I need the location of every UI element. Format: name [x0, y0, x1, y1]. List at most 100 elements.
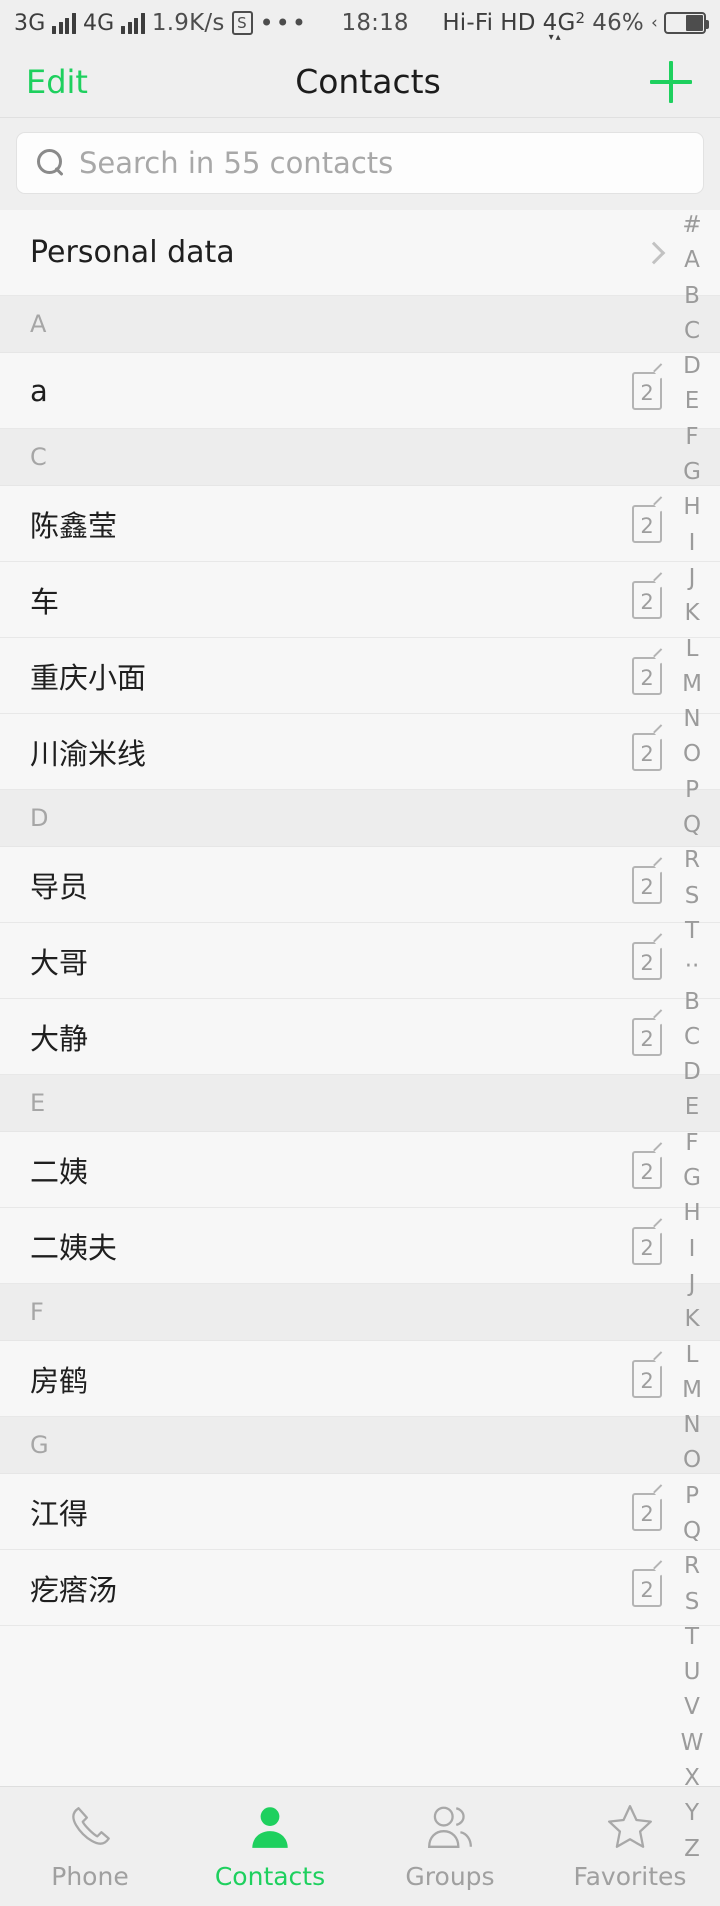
index-letter[interactable]: L	[664, 1338, 720, 1373]
add-contact-button[interactable]	[648, 59, 694, 105]
status-bar: 3G 4G 1.9K/s S ••• 18:18 Hi-Fi HD 4G 2 ▾▴…	[0, 0, 720, 46]
index-letter[interactable]: #	[664, 208, 720, 243]
index-letter[interactable]: M	[664, 1373, 720, 1408]
tab-label: Groups	[405, 1862, 495, 1891]
index-letter[interactable]: S	[664, 879, 720, 914]
contact-row[interactable]: 房鹤 2	[0, 1341, 720, 1417]
index-letter[interactable]: K	[664, 596, 720, 631]
index-letter[interactable]: B	[664, 985, 720, 1020]
section-header: F	[0, 1284, 720, 1341]
index-letter[interactable]: O	[664, 737, 720, 772]
contact-row[interactable]: a2	[0, 353, 720, 429]
index-letter[interactable]: C	[664, 1020, 720, 1055]
contact-row[interactable]: 大静 2	[0, 999, 720, 1075]
index-letter[interactable]: G	[664, 1161, 720, 1196]
sim-number: 2	[640, 1236, 654, 1260]
index-letter[interactable]: N	[664, 702, 720, 737]
contact-row[interactable]: 陈鑫莹 2	[0, 486, 720, 562]
index-letter[interactable]: C	[664, 314, 720, 349]
sim-number: 2	[640, 875, 654, 899]
index-letter[interactable]: I	[664, 526, 720, 561]
index-letter[interactable]: H	[664, 1196, 720, 1231]
index-letter[interactable]: Z	[664, 1832, 720, 1867]
index-letter[interactable]: R	[664, 843, 720, 878]
personal-data-row[interactable]: Personal data	[0, 210, 720, 296]
tab-label: Phone	[51, 1862, 129, 1891]
contact-row[interactable]: 大哥 2	[0, 923, 720, 999]
index-letter[interactable]: P	[664, 773, 720, 808]
index-letter[interactable]: H	[664, 490, 720, 525]
search-field[interactable]: Search in 55 contacts	[16, 132, 704, 194]
tab-contacts[interactable]: Contacts	[180, 1802, 360, 1891]
index-letter[interactable]: E	[664, 384, 720, 419]
edit-button[interactable]: Edit	[26, 63, 88, 101]
index-letter[interactable]: T	[664, 914, 720, 949]
index-letter[interactable]: W	[664, 1726, 720, 1761]
index-letter[interactable]: U	[664, 1655, 720, 1690]
people-icon	[424, 1802, 476, 1852]
contacts-list: Aa 2 C 陈鑫莹 2 车 2 重庆小面 2 川渝米线 2 D 导员 2 大哥 2 大静 2 E 二姨 2 二姨夫 2 F 房…	[0, 296, 720, 1626]
contact-row[interactable]: 江得 2	[0, 1474, 720, 1550]
sim-card-badge-icon: 2	[632, 362, 669, 410]
battery-icon	[664, 12, 709, 34]
index-letter[interactable]: D	[664, 349, 720, 384]
index-letter[interactable]: B	[664, 279, 720, 314]
index-letter[interactable]: X	[664, 1761, 720, 1796]
contact-row[interactable]: 车2	[0, 562, 720, 638]
contact-row[interactable]: 重庆小面 2	[0, 638, 720, 714]
contacts-scroll-area[interactable]: Personal data Aa 2 C 陈鑫莹 2 车 2 重庆小面 2 川渝米线 2 D 导员 2 大哥…	[0, 210, 720, 1830]
page-title: Contacts	[295, 62, 441, 101]
index-letter[interactable]: V	[664, 1690, 720, 1725]
index-letter[interactable]: F	[664, 420, 720, 455]
contact-name: 导员	[30, 869, 89, 904]
g4-superscript: 2	[575, 9, 586, 27]
index-letter[interactable]: L	[664, 632, 720, 667]
index-letter[interactable]: I	[664, 1232, 720, 1267]
sim-number: 2	[640, 514, 654, 538]
data-speed: 1.9K/s	[151, 10, 225, 36]
index-letter[interactable]: R	[664, 1549, 720, 1584]
alphabet-index-bar[interactable]: # A B C D E F G H I J K L M N O P Q R S T ·· B C D E F G H I J K L M N O P Q R…	[664, 196, 720, 1862]
index-letter[interactable]: Q	[664, 808, 720, 843]
contact-name: 疙瘩汤	[30, 1572, 118, 1607]
status-center: 18:18	[308, 10, 442, 36]
index-letter[interactable]: A	[664, 243, 720, 278]
contact-row[interactable]: 川渝米线 2	[0, 714, 720, 790]
contact-row[interactable]: 疙瘩汤 2	[0, 1550, 720, 1626]
tab-label: Contacts	[214, 1862, 326, 1891]
contact-row[interactable]: 导员 2	[0, 847, 720, 923]
index-letter[interactable]: O	[664, 1443, 720, 1478]
index-letter[interactable]: F	[664, 1126, 720, 1161]
sim-card-badge-icon: 2	[632, 856, 669, 904]
section-header: A	[0, 296, 720, 353]
search-icon	[37, 149, 65, 177]
sim-number: 2	[640, 381, 654, 405]
index-letter[interactable]: Y	[664, 1796, 720, 1831]
index-letter[interactable]: T	[664, 1620, 720, 1655]
index-letter[interactable]: P	[664, 1479, 720, 1514]
battery-lead-icon: ‹	[651, 13, 658, 33]
index-letter[interactable]: S	[664, 1585, 720, 1620]
network-type-1: 3G	[14, 10, 46, 36]
contact-row[interactable]: 二姨 2	[0, 1132, 720, 1208]
index-letter[interactable]: ··	[664, 949, 720, 984]
index-letter[interactable]: Q	[664, 1514, 720, 1549]
tab-phone[interactable]: Phone	[0, 1802, 180, 1891]
index-letter[interactable]: J	[664, 1267, 720, 1302]
contact-name: 大哥	[30, 945, 89, 980]
index-letter[interactable]: E	[664, 1090, 720, 1125]
index-letter[interactable]: J	[664, 561, 720, 596]
tab-groups[interactable]: Groups	[360, 1802, 540, 1891]
nav-bar: Edit Contacts	[0, 46, 720, 118]
contact-name: 陈鑫莹	[30, 508, 118, 543]
index-letter[interactable]: G	[664, 455, 720, 490]
index-letter[interactable]: K	[664, 1302, 720, 1337]
index-letter[interactable]: N	[664, 1408, 720, 1443]
s-badge-icon: S	[231, 11, 253, 35]
sim-number: 2	[640, 666, 654, 690]
sim-card-badge-icon: 2	[632, 723, 669, 771]
search-placeholder: Search in 55 contacts	[79, 146, 394, 180]
index-letter[interactable]: M	[664, 667, 720, 702]
contact-row[interactable]: 二姨夫 2	[0, 1208, 720, 1284]
index-letter[interactable]: D	[664, 1055, 720, 1090]
